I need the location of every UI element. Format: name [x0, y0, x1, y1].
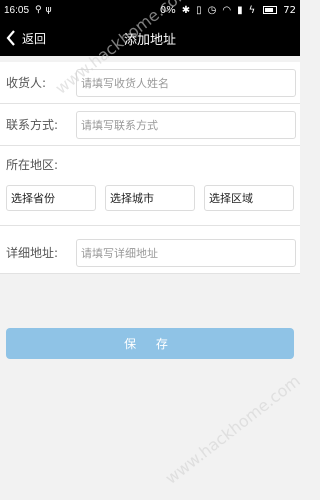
back-label: 返回: [22, 31, 47, 46]
district-select[interactable]: 选择区域: [204, 185, 294, 211]
phone-input[interactable]: 请填写联系方式: [76, 110, 296, 139]
save-button[interactable]: 保 存: [6, 328, 294, 359]
address-row: 详细地址: 请填写详细地址: [0, 232, 300, 274]
watermark: www.hackhome.com: [161, 371, 304, 488]
city-select[interactable]: 选择城市: [105, 185, 195, 211]
region-row: 所在地区: 选择省份 选择城市 选择区域: [0, 146, 300, 226]
province-select[interactable]: 选择省份: [6, 185, 96, 211]
address-label: 详细地址:: [6, 246, 59, 260]
battery-icon: [263, 6, 278, 14]
recipient-input[interactable]: 请填写收货人姓名: [76, 68, 296, 97]
status-time: 16:05: [4, 4, 30, 16]
address-input[interactable]: 请填写详细地址: [76, 238, 296, 267]
alarm-icon: ◷: [207, 4, 217, 16]
usb-icon: ψ: [45, 5, 52, 15]
usb-tether-icon: ⚲: [35, 5, 42, 15]
wifi-icon: ◠: [222, 4, 232, 16]
phone-label: 联系方式:: [6, 118, 59, 132]
bluetooth-icon: ✱: [181, 4, 191, 16]
signal-icon: ▮: [237, 4, 243, 16]
battery-level: 72: [283, 4, 296, 16]
recipient-row: 收货人: 请填写收货人姓名: [0, 62, 300, 104]
status-left-icons: ⚲ ψ: [35, 5, 52, 15]
back-button[interactable]: 返回: [6, 20, 46, 56]
chevron-left-icon: [6, 30, 15, 46]
phone-row: 联系方式: 请填写联系方式: [0, 104, 300, 146]
vibrate-icon: ▯: [196, 4, 202, 16]
charging-icon: ϟ: [248, 4, 256, 16]
address-form: 收货人: 请填写收货人姓名 联系方式: 请填写联系方式 所在地区: 选择省份 选…: [0, 62, 300, 274]
region-label: 所在地区:: [6, 158, 59, 172]
region-selects: 选择省份 选择城市 选择区域: [6, 185, 294, 211]
